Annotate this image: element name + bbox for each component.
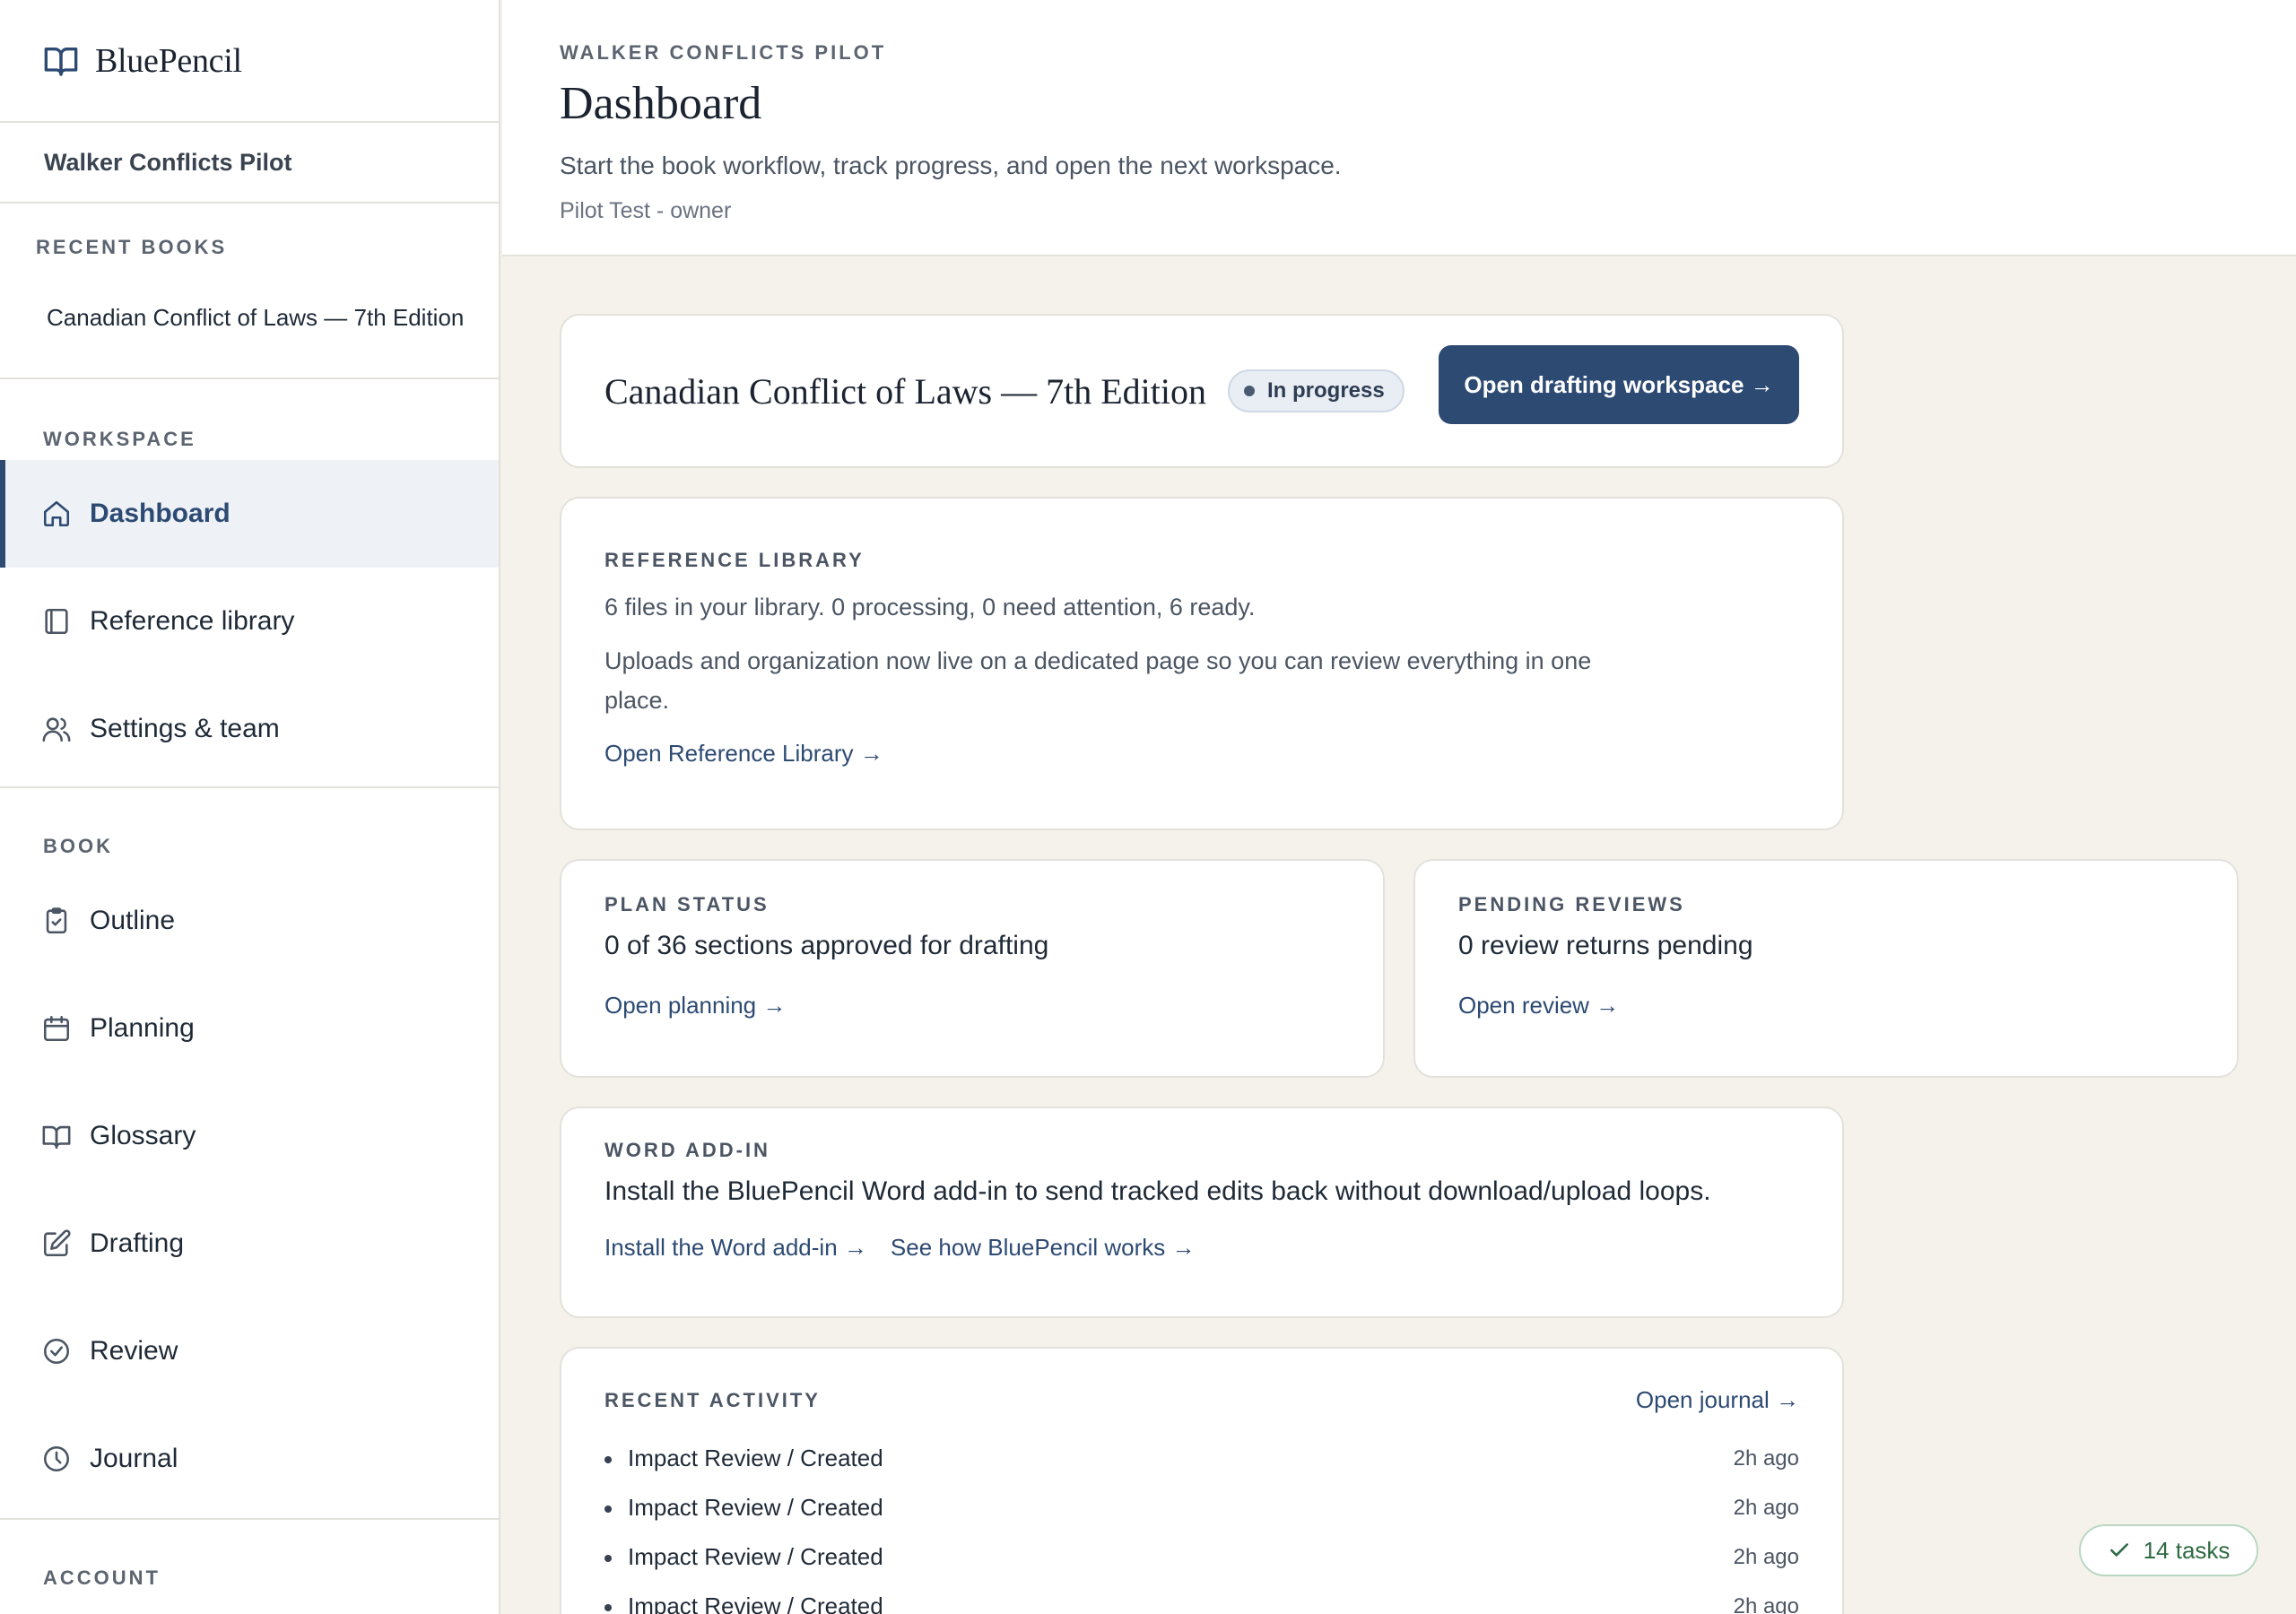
calendar-icon xyxy=(43,1015,70,1042)
activity-list: Impact Review / Created 2h ago Impact Re… xyxy=(604,1434,1799,1614)
book-title: Canadian Conflict of Laws — 7th Edition xyxy=(604,370,1206,412)
nav-item-label: Journal xyxy=(90,1444,178,1473)
nav-item-dashboard[interactable]: Dashboard xyxy=(0,460,499,568)
plan-status-card: PLAN STATUS 0 of 36 sections approved fo… xyxy=(560,859,1385,1078)
account-nav: ACCOUNT xyxy=(0,1520,499,1590)
nav-item-glossary[interactable]: Glossary xyxy=(0,1082,499,1190)
list-item: Impact Review / Created 2h ago xyxy=(604,1532,1799,1582)
pending-reviews-text: 0 review returns pending xyxy=(1458,931,1753,960)
clock-icon xyxy=(43,1445,70,1472)
users-icon xyxy=(42,717,71,742)
check-circle-icon xyxy=(43,1338,70,1365)
plan-status-text: 0 of 36 sections approved for drafting xyxy=(604,931,1049,960)
nav-item-planning[interactable]: Planning xyxy=(0,975,499,1082)
nav-item-reference-library[interactable]: Reference library xyxy=(0,568,499,675)
activity-time: 2h ago xyxy=(1733,1544,1799,1569)
recent-activity-label: RECENT ACTIVITY xyxy=(604,1388,821,1411)
nav-item-label: Outline xyxy=(90,906,176,935)
reference-library-label: REFERENCE LIBRARY xyxy=(604,549,865,571)
project-name[interactable]: Walker Conflicts Pilot xyxy=(0,123,499,204)
page-title: Dashboard xyxy=(560,78,762,129)
nav-item-label: Planning xyxy=(90,1013,195,1043)
word-addin-links: Install the Word add-in → See how BluePe… xyxy=(604,1234,1799,1262)
book-label: BOOK xyxy=(43,835,113,857)
reference-library-description: Uploads and organization now live on a d… xyxy=(604,647,1592,714)
open-planning-link[interactable]: Open planning → xyxy=(604,992,786,1020)
tasks-label: 14 tasks xyxy=(2143,1536,2231,1564)
list-item: Impact Review / Created 2h ago xyxy=(604,1483,1799,1532)
recent-books-label: RECENT BOOKS xyxy=(36,236,228,258)
nav-item-review[interactable]: Review xyxy=(0,1297,499,1405)
workspace-nav: WORKSPACE Dashboard Reference library Se… xyxy=(0,379,499,788)
recent-activity-header: RECENT ACTIVITY Open journal → xyxy=(604,1386,1799,1414)
status-dot-icon xyxy=(1244,386,1255,396)
page-eyebrow: WALKER CONFLICTS PILOT xyxy=(560,41,887,64)
activity-time: 2h ago xyxy=(1733,1445,1799,1471)
word-addin-label: WORD ADD-IN xyxy=(604,1139,770,1161)
recent-book-item[interactable]: Canadian Conflict of Laws — 7th Edition xyxy=(36,304,499,332)
plan-status-label: PLAN STATUS xyxy=(604,893,770,915)
nav-item-label: Settings & team xyxy=(90,714,280,743)
account-label: ACCOUNT xyxy=(43,1566,161,1589)
activity-text: Impact Review / Created xyxy=(628,1592,883,1614)
bullet-icon xyxy=(604,1555,612,1563)
word-addin-card: WORD ADD-IN Install the BluePencil Word … xyxy=(560,1106,1844,1318)
activity-text: Impact Review / Created xyxy=(628,1543,883,1570)
list-item: Impact Review / Created 2h ago xyxy=(604,1582,1799,1614)
install-word-addin-link[interactable]: Install the Word add-in → xyxy=(604,1234,867,1262)
recent-activity-card: RECENT ACTIVITY Open journal → Impact Re… xyxy=(560,1347,1844,1614)
nav-item-label: Drafting xyxy=(90,1228,185,1258)
open-book-icon xyxy=(44,47,78,76)
see-how-it-works-link[interactable]: See how BluePencil works → xyxy=(891,1234,1196,1262)
activity-time: 2h ago xyxy=(1733,1593,1799,1614)
bullet-icon xyxy=(604,1456,612,1464)
activity-text: Impact Review / Created xyxy=(628,1445,883,1471)
open-drafting-workspace-button[interactable]: Open drafting workspace → xyxy=(1439,345,1799,424)
activity-text: Impact Review / Created xyxy=(628,1494,883,1521)
list-item: Impact Review / Created 2h ago xyxy=(604,1434,1799,1483)
nav-item-settings-team[interactable]: Settings & team xyxy=(0,675,499,783)
pending-reviews-label: PENDING REVIEWS xyxy=(1458,893,1685,915)
brand-name: BluePencil xyxy=(95,41,242,80)
user-role: Pilot Test - owner xyxy=(560,198,732,223)
workspace-label: WORKSPACE xyxy=(43,428,196,450)
nav-item-label: Reference library xyxy=(90,606,295,636)
pending-reviews-card: PENDING REVIEWS 0 review returns pending… xyxy=(1413,859,2239,1078)
check-icon xyxy=(2109,1543,2128,1557)
book-nav: BOOK Outline Planning Glossary Drafting … xyxy=(0,788,499,1520)
bullet-icon xyxy=(604,1604,612,1612)
open-review-link[interactable]: Open review → xyxy=(1458,992,1619,1020)
status-label: In progress xyxy=(1267,378,1385,403)
sidebar: BluePencil Walker Conflicts Pilot RECENT… xyxy=(0,0,500,1614)
nav-item-drafting[interactable]: Drafting xyxy=(0,1190,499,1297)
main-content: WALKER CONFLICTS PILOT Dashboard Start t… xyxy=(502,0,2296,1614)
nav-item-label: Review xyxy=(90,1336,178,1366)
home-icon xyxy=(43,500,70,527)
edit-icon xyxy=(43,1229,71,1257)
nav-item-journal[interactable]: Journal xyxy=(0,1405,499,1513)
nav-item-outline[interactable]: Outline xyxy=(0,867,499,975)
book-open-icon xyxy=(42,1125,71,1150)
bullet-icon xyxy=(604,1506,612,1514)
page-header: WALKER CONFLICTS PILOT Dashboard Start t… xyxy=(502,0,2296,256)
nav-item-label: Glossary xyxy=(90,1121,196,1150)
book-card: Canadian Conflict of Laws — 7th Edition … xyxy=(560,314,1844,468)
brand[interactable]: BluePencil xyxy=(0,0,499,123)
open-journal-link[interactable]: Open journal → xyxy=(1636,1386,1799,1414)
word-addin-text: Install the BluePencil Word add-in to se… xyxy=(604,1176,1711,1206)
nav-item-label: Dashboard xyxy=(90,499,230,528)
activity-time: 2h ago xyxy=(1733,1495,1799,1520)
open-reference-library-link[interactable]: Open Reference Library → xyxy=(604,740,883,768)
clipboard-icon xyxy=(46,907,67,934)
tasks-button[interactable]: 14 tasks xyxy=(2079,1524,2258,1576)
reference-library-card: REFERENCE LIBRARY 6 files in your librar… xyxy=(560,497,1844,830)
status-badge: In progress xyxy=(1228,369,1405,412)
notebook-icon xyxy=(45,608,68,635)
reference-library-summary: 6 files in your library. 0 processing, 0… xyxy=(604,594,1256,620)
recent-books: RECENT BOOKS Canadian Conflict of Laws —… xyxy=(0,204,499,379)
page-subtitle: Start the book workflow, track progress,… xyxy=(560,152,1342,179)
